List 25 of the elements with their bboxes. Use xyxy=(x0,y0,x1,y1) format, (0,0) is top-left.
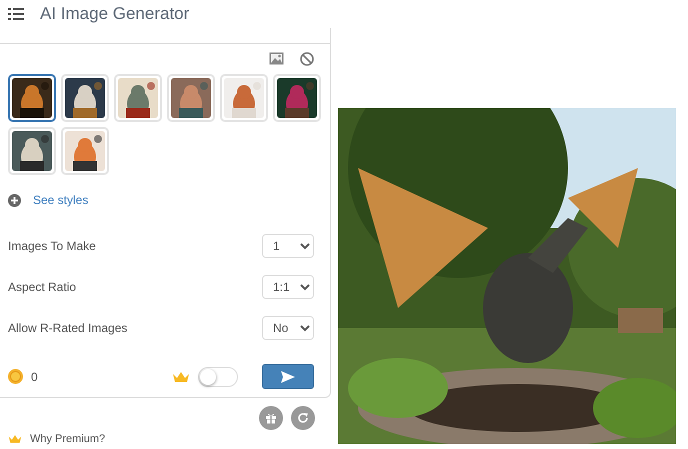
send-button[interactable] xyxy=(262,364,314,389)
why-premium-link[interactable]: Why Premium? xyxy=(30,431,106,448)
setting-label: Images To Make xyxy=(8,238,96,254)
setting-select[interactable]: 1:1 xyxy=(262,274,314,298)
refresh-button[interactable] xyxy=(291,406,315,430)
see-styles-link[interactable]: See styles xyxy=(33,191,88,209)
style-thumbnail[interactable] xyxy=(8,74,56,122)
setting-select[interactable]: No xyxy=(262,316,314,340)
setting-label: Allow R-Rated Images xyxy=(8,320,128,336)
block-icon[interactable] xyxy=(300,52,314,66)
credit-count: 0 xyxy=(31,368,38,386)
setting-label: Aspect Ratio xyxy=(8,278,76,296)
refresh-icon xyxy=(297,412,309,424)
gift-icon xyxy=(265,412,277,424)
crown-icon xyxy=(172,370,190,382)
image-icon[interactable] xyxy=(269,52,284,65)
app-title: AI Image Generator xyxy=(40,3,190,26)
coin-icon xyxy=(8,369,23,384)
crown-icon xyxy=(8,434,22,444)
menu-icon[interactable] xyxy=(8,8,24,20)
add-icon[interactable] xyxy=(8,194,21,206)
premium-toggle[interactable] xyxy=(198,366,238,386)
send-icon xyxy=(281,370,295,382)
setting-select[interactable]: 1 xyxy=(262,234,314,258)
gift-button[interactable] xyxy=(259,406,283,430)
